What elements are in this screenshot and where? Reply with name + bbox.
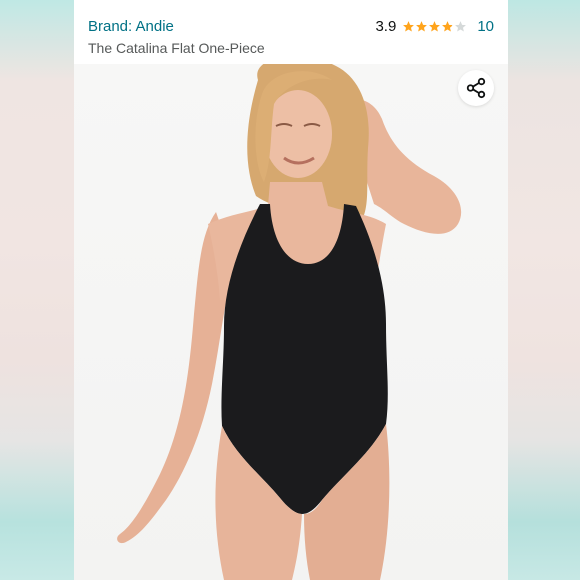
rating-count-link[interactable]: 10 [477, 18, 494, 35]
product-title: The Catalina Flat One-Piece [88, 40, 265, 56]
star-icon [442, 21, 454, 32]
star-icon [403, 21, 415, 32]
screenshot-frame: Brand: Andie The Catalina Flat One-Piece… [0, 0, 580, 580]
blurred-background-right [508, 0, 580, 580]
star-icon [429, 21, 441, 32]
star-rating [402, 20, 467, 33]
star-empty-icon [455, 21, 467, 32]
rating-summary[interactable]: 3.9 10 [375, 18, 494, 35]
rating-value: 3.9 [375, 18, 397, 35]
model-illustration [117, 64, 462, 580]
star-icon [416, 21, 428, 32]
brand-link[interactable]: Brand: Andie [88, 18, 174, 35]
product-image[interactable] [74, 64, 508, 580]
blurred-background-left [0, 0, 74, 580]
product-card: Brand: Andie The Catalina Flat One-Piece… [74, 0, 508, 580]
product-header: Brand: Andie The Catalina Flat One-Piece… [74, 0, 508, 64]
share-icon [466, 77, 486, 99]
share-button[interactable] [458, 70, 494, 106]
